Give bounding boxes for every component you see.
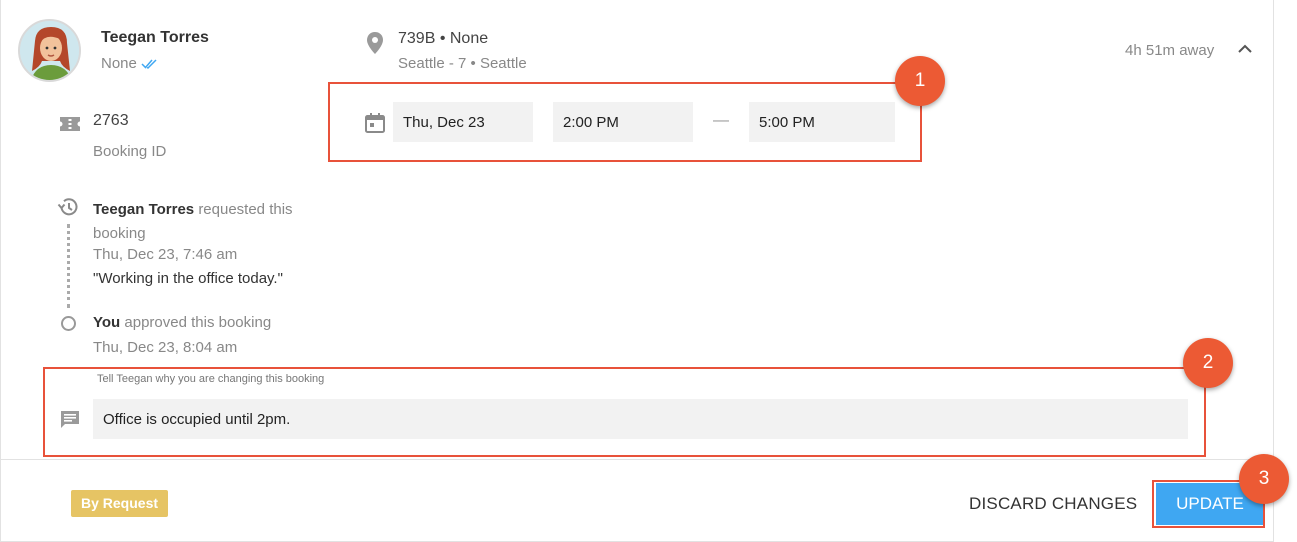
location-pin-icon <box>367 32 383 54</box>
activity-approval-action: approved this booking <box>124 314 272 331</box>
reason-label: Tell Teegan why you are changing this bo… <box>97 373 325 385</box>
user-subtitle: None <box>101 55 158 72</box>
callout-number-1: 1 <box>895 56 945 106</box>
callout-number-3: 3 <box>1239 454 1289 504</box>
calendar-icon <box>365 113 385 133</box>
space-location: Seattle - 7 • Seattle <box>398 55 527 72</box>
reason-input[interactable]: Office is occupied until 2pm. <box>93 399 1188 439</box>
timeline-connector <box>67 224 71 308</box>
status-badge: By Request <box>71 490 169 517</box>
comment-icon <box>61 411 79 428</box>
activity-approval-time: Thu, Dec 23, 8:04 am <box>93 339 238 356</box>
end-time-field[interactable]: 5:00 PM <box>749 102 895 142</box>
start-time-field[interactable]: 2:00 PM <box>553 102 693 142</box>
activity-approval: You approved this booking <box>93 314 271 331</box>
footer-divider <box>1 459 1275 460</box>
booking-id: 2763 <box>93 112 129 129</box>
time-away: 4h 51m away <box>1125 42 1215 59</box>
space-title: 739B • None <box>398 30 489 47</box>
time-separator: — <box>713 112 729 129</box>
chevron-up-icon[interactable] <box>1237 44 1253 54</box>
user-name: Teegan Torres <box>101 29 209 46</box>
booking-id-label: Booking ID <box>93 143 167 160</box>
timeline-circle-icon <box>61 316 76 331</box>
callout-number-2: 2 <box>1183 338 1233 388</box>
user-subtitle-text: None <box>101 55 137 72</box>
double-check-icon <box>141 58 157 69</box>
booking-card: Teegan Torres None 739B • None Seattle -… <box>0 0 1275 542</box>
activity-request: Teegan Torres requested this booking <box>93 198 333 246</box>
date-field[interactable]: Thu, Dec 23 <box>393 102 533 142</box>
discard-changes-button[interactable]: DISCARD CHANGES <box>961 488 1145 520</box>
history-icon <box>57 198 78 216</box>
avatar <box>18 19 81 82</box>
activity-request-actor: Teegan Torres <box>93 201 195 218</box>
activity-request-comment: "Working in the office today." <box>93 270 283 287</box>
avatar-image <box>20 21 79 80</box>
activity-approval-actor: You <box>93 314 121 331</box>
ticket-icon <box>60 117 80 131</box>
activity-request-time: Thu, Dec 23, 7:46 am <box>93 246 238 263</box>
